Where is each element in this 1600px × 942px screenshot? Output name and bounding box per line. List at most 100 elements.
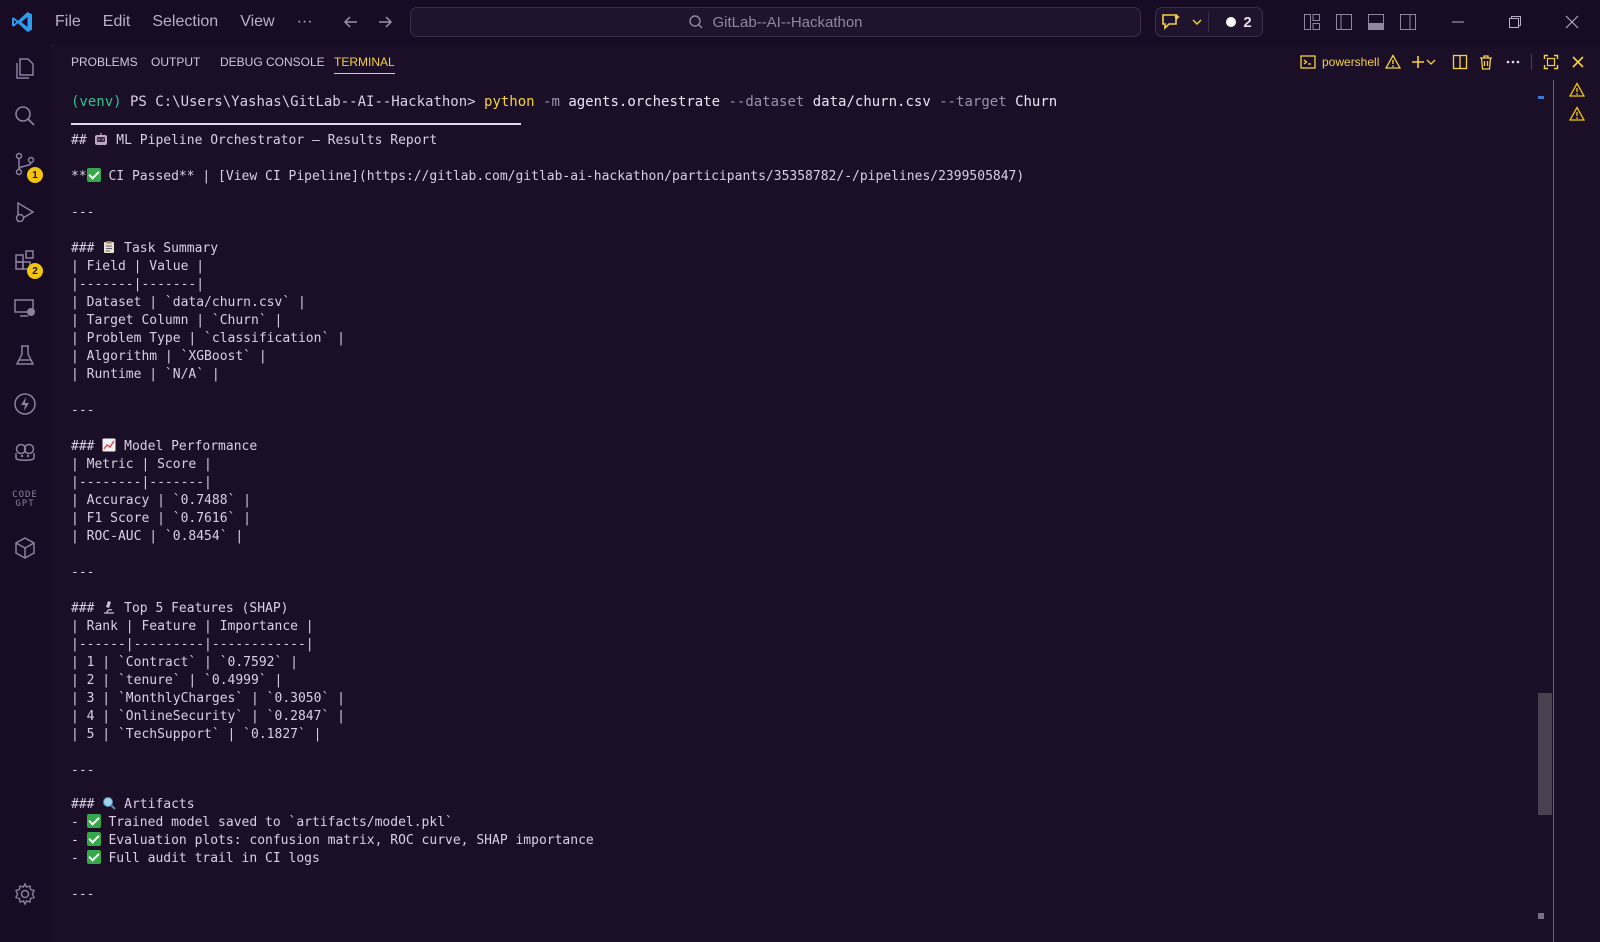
terminal-output[interactable]: (venv) PS C:\Users\Yashas\GitLab--AI--Ha… — [50, 80, 1538, 942]
warning-icon[interactable] — [1569, 82, 1585, 98]
search-icon — [689, 15, 703, 29]
notifications-button[interactable]: 2 — [1209, 8, 1261, 36]
tab-terminal[interactable]: TERMINAL — [334, 54, 395, 74]
task-summary-heading: ### Task Summary — [71, 241, 219, 256]
search-icon[interactable] — [0, 92, 50, 140]
command-target: Churn — [1015, 94, 1058, 110]
scrollbar-thumb[interactable] — [1538, 693, 1552, 815]
copilot-chat-icon[interactable] — [1156, 8, 1186, 36]
prompt-path: PS C:\Users\Yashas\GitLab--AI--Hackathon… — [121, 94, 485, 110]
explorer-icon[interactable] — [0, 44, 50, 92]
table-row: | 4 | `OnlineSecurity` | `0.2847` | — [71, 709, 345, 724]
artifacts-heading: ### Artifacts — [71, 797, 195, 812]
extensions-icon[interactable]: 2 — [0, 236, 50, 284]
separator: --- — [71, 205, 95, 220]
scroll-marker — [1538, 913, 1544, 919]
forward-arrow-icon[interactable] — [373, 10, 397, 34]
package-icon[interactable] — [0, 524, 50, 572]
clipboard-icon — [104, 241, 115, 253]
table-row: | 5 | `TechSupport` | `0.1827` | — [71, 727, 322, 742]
command-line: (venv) PS C:\Users\Yashas\GitLab--AI--Ha… — [71, 93, 1057, 111]
microscope-icon — [104, 601, 115, 614]
activity-bar: 1 2 CODE GPT — [0, 44, 50, 942]
command-flag: -m — [534, 94, 569, 110]
check-icon — [86, 168, 101, 182]
scroll-marker — [1538, 96, 1544, 99]
table-row: | Runtime | `N/A` | — [71, 367, 220, 382]
chart-increasing-icon — [102, 438, 116, 452]
testing-icon[interactable] — [0, 332, 50, 380]
table-row: |------|---------|------------| — [71, 637, 314, 652]
robot-icon — [95, 133, 108, 145]
maximize-panel-icon[interactable] — [1540, 52, 1562, 72]
menu-bar: File Edit Selection View ··· — [44, 0, 324, 44]
terminal-selector[interactable]: powershell — [1300, 52, 1402, 72]
table-row: | F1 Score | `0.7616` | — [71, 511, 252, 526]
restore-icon[interactable] — [1487, 0, 1543, 44]
report-title: ## ML Pipeline Orchestrator — Results Re… — [71, 133, 438, 148]
tab-debug-console[interactable]: DEBUG CONSOLE — [220, 54, 325, 74]
terminal-icon — [1300, 55, 1316, 69]
lightning-icon[interactable] — [0, 380, 50, 428]
command-dataset: data/churn.csv — [812, 94, 931, 110]
tab-output[interactable]: OUTPUT — [151, 54, 200, 74]
copilot-icon[interactable] — [0, 428, 50, 476]
table-row: |--------|-------| — [71, 475, 212, 490]
split-terminal-icon[interactable] — [1450, 52, 1470, 72]
tab-problems[interactable]: PROBLEMS — [71, 54, 138, 74]
run-debug-icon[interactable] — [0, 188, 50, 236]
magnifier-icon — [103, 797, 117, 810]
table-row: | Field | Value | — [71, 259, 205, 274]
overview-ruler — [1553, 80, 1600, 942]
table-row: | Dataset | `data/churn.csv` | — [71, 295, 306, 310]
warning-icon — [1385, 54, 1402, 69]
minimize-icon[interactable] — [1430, 0, 1486, 44]
more-actions-icon[interactable] — [1502, 52, 1524, 72]
toggle-primary-sidebar-icon[interactable] — [1332, 10, 1356, 34]
chevron-down-icon[interactable] — [1186, 8, 1208, 36]
close-window-icon[interactable] — [1544, 0, 1600, 44]
toggle-secondary-sidebar-icon[interactable] — [1396, 10, 1420, 34]
divider — [1531, 54, 1532, 70]
gear-icon[interactable] — [0, 870, 50, 918]
new-terminal-button[interactable] — [1406, 52, 1440, 72]
separator: --- — [71, 403, 95, 418]
warning-icon[interactable] — [1569, 106, 1585, 122]
toggle-panel-icon[interactable] — [1364, 10, 1388, 34]
model-performance-heading: ### Model Performance — [71, 438, 258, 454]
menu-selection[interactable]: Selection — [141, 7, 229, 37]
menu-edit[interactable]: Edit — [92, 7, 142, 37]
trash-icon[interactable] — [1476, 52, 1496, 72]
command-name: python — [484, 94, 535, 110]
vscode-logo-icon[interactable] — [10, 10, 34, 34]
plus-icon — [1412, 56, 1424, 68]
menu-view[interactable]: View — [229, 7, 285, 37]
close-panel-icon[interactable] — [1567, 52, 1589, 72]
command-module: agents.orchestrate — [568, 94, 721, 110]
remote-explorer-icon[interactable] — [0, 284, 50, 332]
check-icon — [86, 850, 101, 864]
terminal-name: powershell — [1322, 55, 1380, 69]
panel-tab-bar: PROBLEMS OUTPUT DEBUG CONSOLE TERMINAL p… — [50, 44, 1600, 80]
source-control-icon[interactable]: 1 — [0, 140, 50, 188]
codegpt-label-bottom: GPT — [15, 499, 35, 509]
menu-more[interactable]: ··· — [286, 7, 324, 37]
command-flag: --target — [930, 94, 1016, 110]
table-row: | Rank | Feature | Importance | — [71, 619, 314, 634]
customize-layout-icon[interactable] — [1300, 10, 1324, 34]
table-row: | 2 | `tenure` | `0.4999` | — [71, 673, 283, 688]
menu-file[interactable]: File — [44, 7, 92, 37]
notification-count: 2 — [1243, 13, 1252, 31]
back-arrow-icon[interactable] — [339, 10, 363, 34]
table-row: | Accuracy | `0.7488` | — [71, 493, 252, 508]
command-flag: --dataset — [720, 94, 813, 110]
command-center-search[interactable]: GitLab--AI--Hackathon — [410, 7, 1141, 37]
list-item: - Full audit trail in CI logs — [71, 850, 320, 866]
extensions-badge: 2 — [27, 263, 43, 279]
codegpt-icon[interactable]: CODE GPT — [0, 476, 50, 524]
table-row: | ROC-AUC | `0.8454` | — [71, 529, 244, 544]
table-row: | Target Column | `Churn` | — [71, 313, 283, 328]
terminal-scrollbar[interactable] — [1537, 90, 1553, 942]
table-row: | Problem Type | `classification` | — [71, 331, 345, 346]
list-item: - Trained model saved to `artifacts/mode… — [71, 814, 453, 830]
